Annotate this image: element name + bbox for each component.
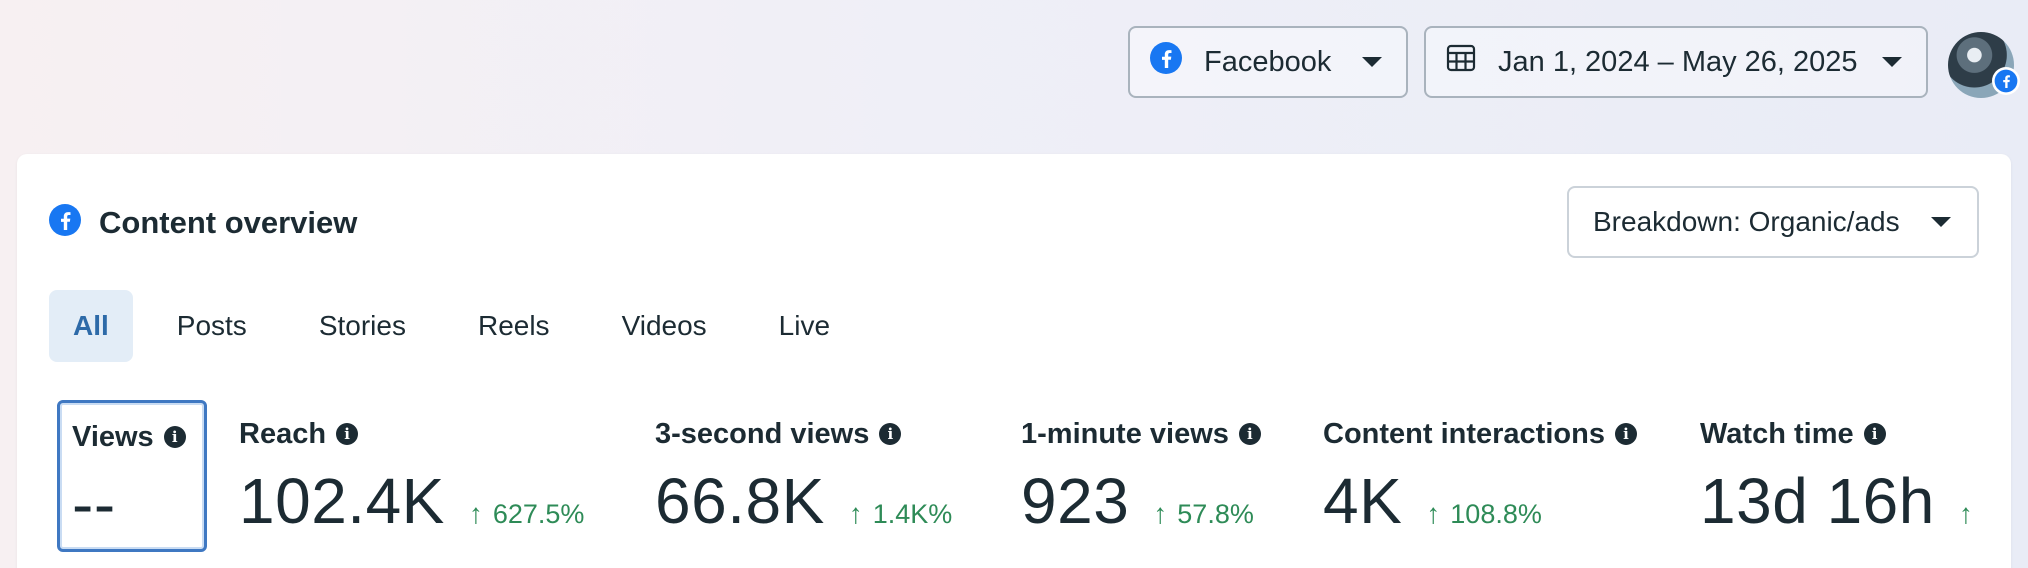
calendar-icon xyxy=(1446,43,1476,81)
content-overview-card: Content overview Breakdown: Organic/ads … xyxy=(17,154,2011,568)
info-icon[interactable]: i xyxy=(163,426,186,448)
facebook-icon xyxy=(1150,42,1182,82)
metric-value: 13d 16h xyxy=(1700,465,1935,537)
info-icon[interactable]: i xyxy=(336,423,359,445)
metric-value: 923 xyxy=(1021,465,1130,537)
tab-stories[interactable]: Stories xyxy=(295,290,430,362)
breakdown-dropdown[interactable]: Breakdown: Organic/ads xyxy=(1567,186,1979,258)
content-type-tabs: All Posts Stories Reels Videos Live xyxy=(49,290,878,362)
metric-value: -- xyxy=(72,468,116,540)
card-header: Content overview xyxy=(49,204,357,241)
metric-delta: ↑ 108.8% xyxy=(1426,498,1542,529)
metric-label: 1-minute views i xyxy=(1021,414,1261,454)
metric-watch-time[interactable]: Watch time i 13d 16h ↑ xyxy=(1700,414,1983,538)
metric-value: 4K xyxy=(1323,465,1403,537)
date-range-label: Jan 1, 2024 – May 26, 2025 xyxy=(1498,45,1858,78)
date-range-selector[interactable]: Jan 1, 2024 – May 26, 2025 xyxy=(1424,26,1928,98)
arrow-up-icon: ↑ xyxy=(848,498,863,529)
platform-selector[interactable]: Facebook xyxy=(1128,26,1408,98)
arrow-up-icon: ↑ xyxy=(468,498,483,529)
platform-label: Facebook xyxy=(1204,45,1332,78)
metric-delta: ↑ 1.4K% xyxy=(848,498,953,529)
metric-label: Watch time i xyxy=(1700,414,1983,454)
caret-down-icon xyxy=(1362,57,1382,67)
metric-delta: ↑ xyxy=(1959,498,1983,530)
arrow-up-icon: ↑ xyxy=(1153,498,1168,529)
metric-reach[interactable]: Reach i 102.4K ↑ 627.5% xyxy=(239,414,584,538)
info-icon[interactable]: i xyxy=(1614,423,1637,445)
metric-label: 3-second views i xyxy=(655,414,952,454)
tab-live[interactable]: Live xyxy=(755,290,854,362)
top-toolbar: Facebook Jan 1, 2024 – May 26, 2025 xyxy=(1128,26,2020,98)
info-icon[interactable]: i xyxy=(879,423,902,445)
caret-down-icon xyxy=(1931,217,1951,227)
facebook-icon xyxy=(49,204,81,241)
tab-posts[interactable]: Posts xyxy=(153,290,271,362)
metrics-row: Views i -- Reach i 102.4K ↑ 627.5% 3-seco… xyxy=(17,400,2011,562)
arrow-up-icon: ↑ xyxy=(1958,498,1973,529)
metric-label: Content interactions i xyxy=(1323,414,1637,454)
metric-views[interactable]: Views i -- xyxy=(57,400,207,552)
arrow-up-icon: ↑ xyxy=(1426,498,1441,529)
page-title: Content overview xyxy=(99,204,358,240)
breakdown-label: Breakdown: Organic/ads xyxy=(1593,206,1900,237)
metric-3-second-views[interactable]: 3-second views i 66.8K ↑ 1.4K% xyxy=(655,414,952,538)
tab-reels[interactable]: Reels xyxy=(454,290,574,362)
tab-all[interactable]: All xyxy=(49,290,133,362)
metric-value: 102.4K xyxy=(239,465,445,537)
info-icon[interactable]: i xyxy=(1238,423,1261,445)
metric-content-interactions[interactable]: Content interactions i 4K ↑ 108.8% xyxy=(1323,414,1637,538)
metric-delta: ↑ 627.5% xyxy=(468,498,585,529)
metric-label: Reach i xyxy=(239,414,584,454)
caret-down-icon xyxy=(1882,57,1902,67)
avatar[interactable] xyxy=(1948,32,2020,98)
info-icon[interactable]: i xyxy=(1863,423,1886,445)
tab-videos[interactable]: Videos xyxy=(598,290,731,362)
metric-delta: ↑ 57.8% xyxy=(1153,498,1254,529)
metric-label: Views i xyxy=(72,417,204,457)
facebook-badge-icon xyxy=(1992,67,2020,100)
metric-1-minute-views[interactable]: 1-minute views i 923 ↑ 57.8% xyxy=(1021,414,1261,538)
metric-value: 66.8K xyxy=(655,465,825,537)
